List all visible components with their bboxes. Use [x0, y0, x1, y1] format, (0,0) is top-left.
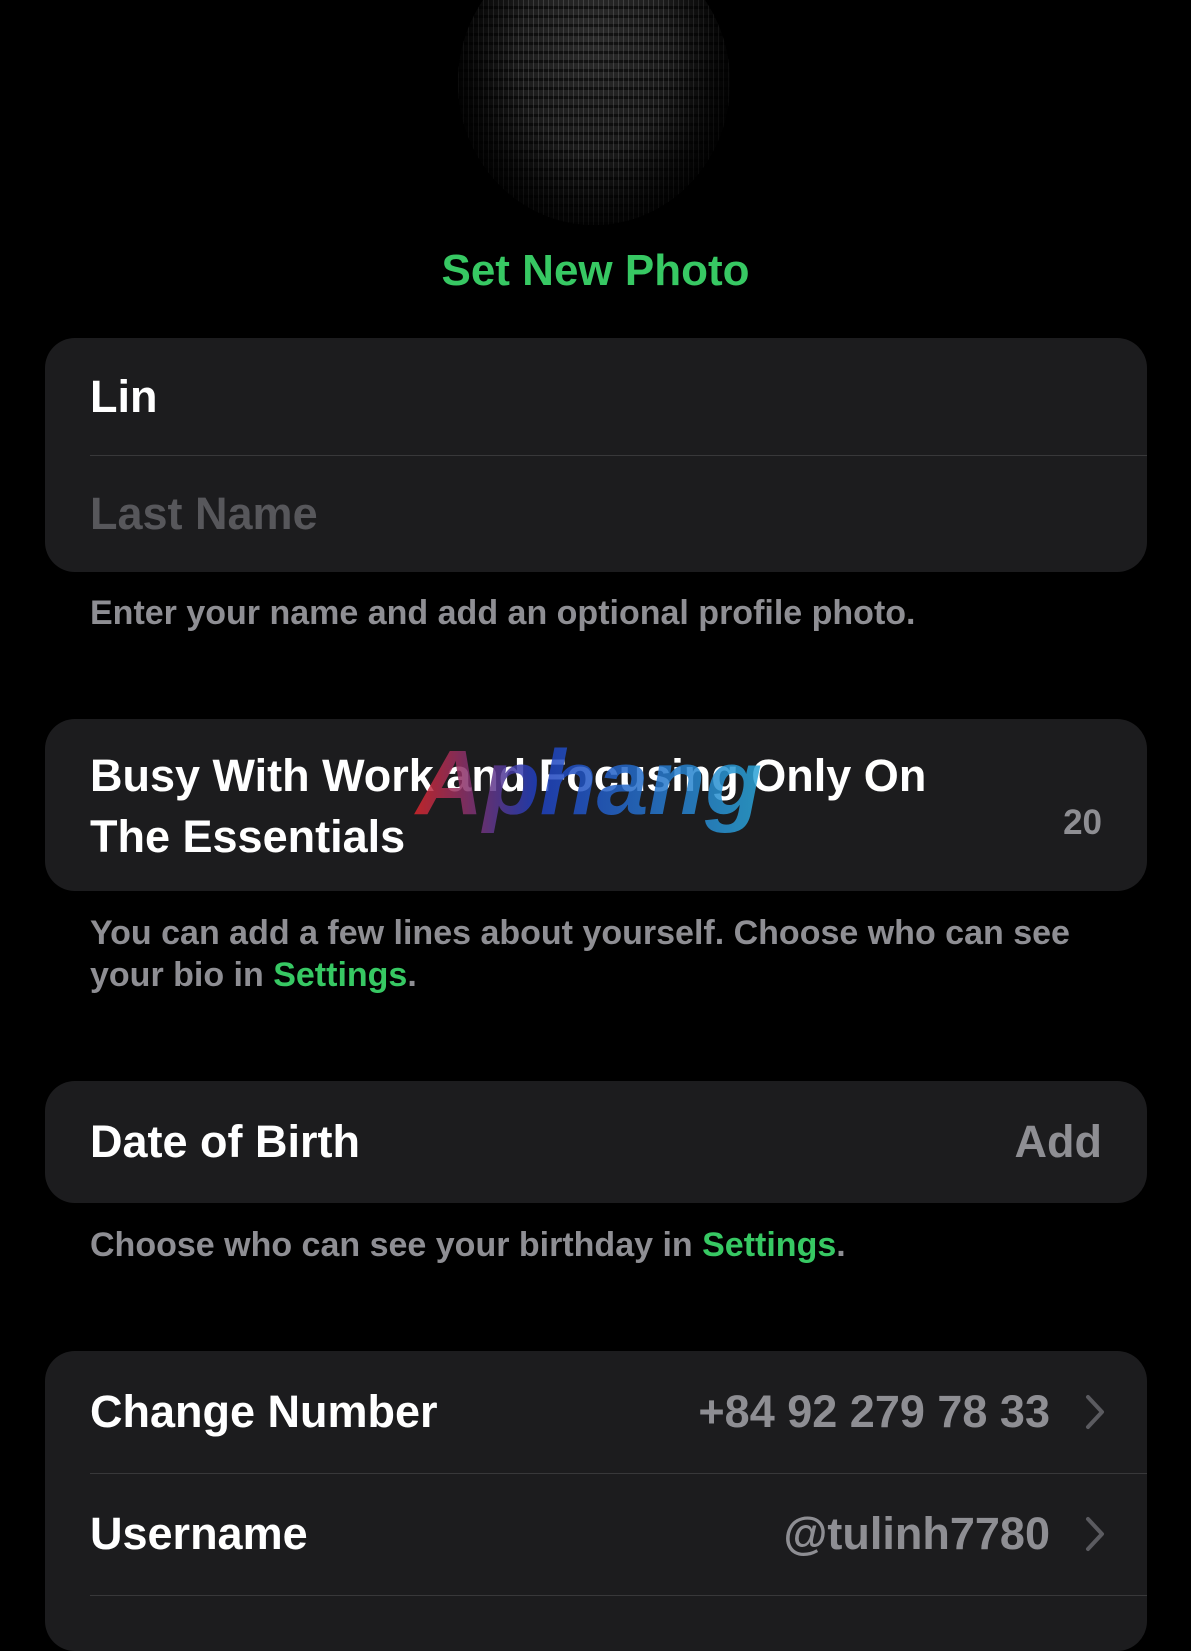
change-number-row[interactable]: Change Number +84 92 279 78 33	[45, 1351, 1147, 1473]
phone-number-value: +84 92 279 78 33	[698, 1386, 1050, 1437]
last-name-field[interactable]: Last Name	[90, 455, 318, 572]
bio-hint-period: .	[407, 956, 417, 994]
chevron-right-icon	[1081, 1473, 1109, 1595]
account-card: Change Number +84 92 279 78 33 Username …	[45, 1351, 1147, 1651]
username-row[interactable]: Username @tulinh7780	[45, 1473, 1147, 1595]
change-number-label: Change Number	[90, 1386, 438, 1437]
first-name-row[interactable]: Lin	[45, 338, 1147, 455]
bio-hint-text: You can add a few lines about yourself. …	[90, 914, 1070, 994]
chevron-right-icon	[1081, 1351, 1109, 1473]
set-new-photo-button[interactable]: Set New Photo	[0, 246, 1191, 296]
birthday-hint: Choose who can see your birthday in Sett…	[90, 1224, 1100, 1266]
bio-field[interactable]: Busy With Work and Focusing Only On The …	[90, 745, 990, 867]
username-label: Username	[90, 1508, 308, 1559]
bio-card[interactable]: Busy With Work and Focusing Only On The …	[45, 719, 1147, 891]
birthday-settings-link[interactable]: Settings	[702, 1226, 836, 1264]
username-value: @tulinh7780	[783, 1508, 1050, 1559]
last-name-row[interactable]: Last Name	[45, 455, 1147, 572]
next-row	[45, 1595, 1147, 1651]
bio-settings-link[interactable]: Settings	[273, 956, 407, 994]
name-card: Lin Last Name	[45, 338, 1147, 572]
add-birthday-button[interactable]: Add	[1015, 1081, 1102, 1203]
name-hint: Enter your name and add an optional prof…	[90, 594, 916, 632]
birthday-hint-text: Choose who can see your birthday in	[90, 1226, 703, 1264]
first-name-field[interactable]: Lin	[90, 338, 157, 455]
profile-avatar[interactable]	[458, 0, 730, 225]
bio-char-count: 20	[1063, 803, 1102, 842]
bio-hint: You can add a few lines about yourself. …	[90, 912, 1100, 996]
date-of-birth-label: Date of Birth	[90, 1116, 360, 1167]
birthday-hint-period: .	[836, 1226, 846, 1264]
birthday-card[interactable]: Date of Birth Add	[45, 1081, 1147, 1203]
